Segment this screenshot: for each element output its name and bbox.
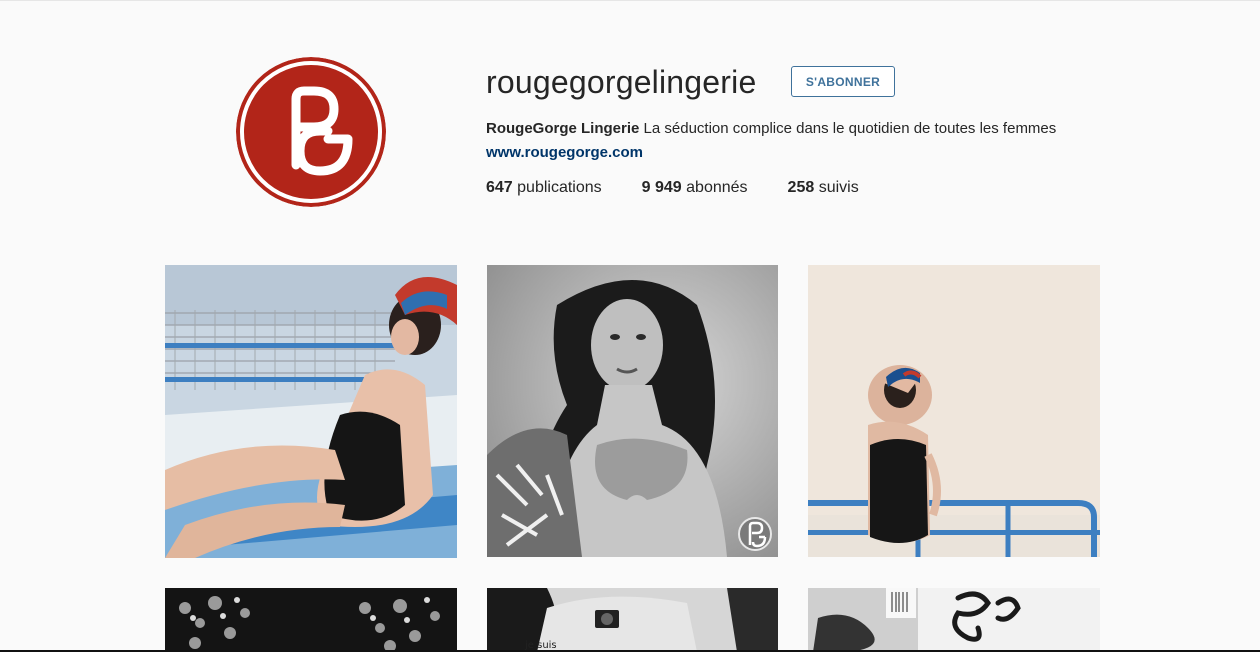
follow-button[interactable]: S'ABONNER <box>791 66 895 97</box>
followers-count: 9 949 <box>641 179 682 196</box>
stat-following[interactable]: 258 suivis <box>788 179 859 197</box>
post-image-2 <box>487 265 778 557</box>
profile-bio: RougeGorge Lingerie La séduction complic… <box>486 117 1086 165</box>
top-divider <box>0 0 1260 1</box>
post-image-3 <box>808 265 1100 557</box>
profile-avatar[interactable] <box>236 57 386 207</box>
post-image-6 <box>808 588 1100 652</box>
followers-label: abonnés <box>686 179 748 196</box>
following-count: 258 <box>787 179 815 196</box>
post-image-4 <box>165 588 457 652</box>
profile-username: rougegorgelingerie <box>486 64 757 100</box>
post-image-5: je suis <box>487 588 778 652</box>
post-tile-1[interactable] <box>165 265 457 558</box>
profile-stats: 647 publications 9 949 abonnés 258 suivi… <box>486 179 859 197</box>
rougegorge-logo-icon <box>236 57 386 207</box>
post-tile-4[interactable] <box>165 588 457 652</box>
bio-text: La séduction complice dans le quotidien … <box>643 120 1057 137</box>
posts-label: publications <box>517 179 602 196</box>
stat-posts: 647 publications <box>486 179 602 197</box>
stat-followers[interactable]: 9 949 abonnés <box>642 179 748 197</box>
post-tile-6[interactable] <box>808 588 1100 652</box>
post-tile-3[interactable] <box>808 265 1100 557</box>
posts-count: 647 <box>486 179 513 196</box>
following-label: suivis <box>818 179 859 196</box>
profile-full-name: RougeGorge Lingerie <box>486 120 640 137</box>
post-image-1 <box>165 265 457 558</box>
post-tile-5[interactable]: je suis <box>487 588 778 652</box>
website-link[interactable]: www.rougegorge.com <box>486 144 643 161</box>
post-tile-2[interactable] <box>487 265 778 557</box>
